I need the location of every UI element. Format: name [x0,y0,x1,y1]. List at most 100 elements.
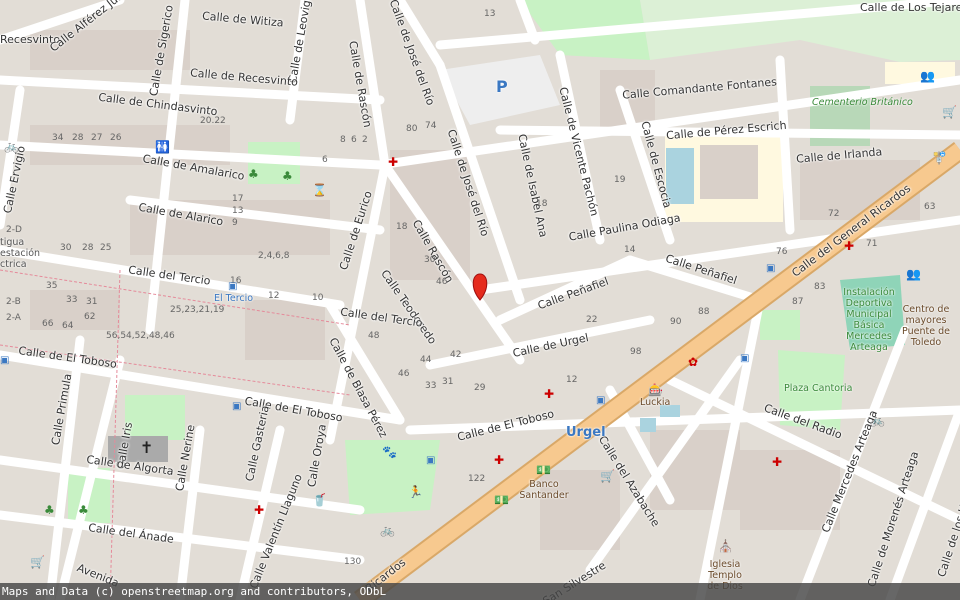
playground-icon[interactable]: ♣ [248,168,259,180]
map-attribution: Maps and Data (c) openstreetmap.org and … [0,583,960,600]
house-number: 10 [312,293,324,303]
dog-park-icon[interactable]: 🐾 [382,446,397,458]
bus-stop-icon[interactable]: ▣ [228,282,237,292]
playground-icon[interactable]: ♣ [44,504,55,516]
map-base [0,0,960,600]
house-number: 122 [468,474,486,484]
playground-icon[interactable]: 👥 [920,70,935,82]
house-number: 25 [100,243,112,253]
house-number: 35 [46,281,58,291]
house-number: 2-A [6,313,21,323]
bank-icon[interactable]: 💵 [536,464,551,476]
street-label: Calle de Los Tejares [860,1,960,14]
pharmacy-icon[interactable]: ✚ [844,240,854,252]
house-number: 74 [425,121,437,131]
house-number: 130 [344,557,362,567]
house-number: 33 [425,381,437,391]
house-number: 88 [698,307,710,317]
place-label-instalacion: Instalación Deportiva Municipal Básica M… [843,287,895,353]
parking-label[interactable]: P [496,77,508,96]
house-number: 2,4,6,8 [258,251,290,261]
house-number: 48 [368,331,380,341]
pharmacy-icon[interactable]: ✚ [772,456,782,468]
house-number: 31 [86,297,98,307]
house-number: 2-D [6,225,22,235]
toilets-icon[interactable]: 🚻 [155,141,170,153]
house-number: 46 [398,369,410,379]
bicycle-icon[interactable]: 🚲 [380,524,395,536]
hourglass-icon[interactable]: ⌛ [312,184,327,196]
house-number: 28 [82,243,94,253]
house-number: 6 [322,155,328,165]
community-centre-icon[interactable]: 👥 [906,268,921,280]
place-label-cementerio: Cementerio Británico [812,97,913,108]
house-number: 76 [776,247,788,257]
house-number: 8 [340,135,346,145]
dentist-icon[interactable]: ✿ [688,356,698,368]
house-number: 25,23,21,19 [170,305,225,315]
house-number: 26 [110,133,122,143]
house-number: 30 [424,255,436,265]
house-number: 30 [60,243,72,253]
poi-label-luckia: Luckia [640,397,671,408]
house-number: 12 [268,291,280,301]
pharmacy-icon[interactable]: ✚ [388,156,398,168]
house-number: 42 [450,350,462,360]
map-canvas[interactable]: Recesvinto Calle Alférez Juan Calle de W… [0,0,960,600]
house-number: 83 [814,282,826,292]
playground-icon[interactable]: ♣ [78,504,89,516]
bus-stop-icon[interactable]: ▣ [426,456,435,466]
playground-icon[interactable]: ♣ [282,170,293,182]
house-number: 28 [72,133,84,143]
house-number: 62 [84,312,96,322]
house-number: 63 [924,202,936,212]
bicycle-icon[interactable]: 🚲 [4,140,19,152]
bus-stop-icon[interactable]: ▣ [596,396,605,406]
house-number: 29 [474,383,486,393]
house-number: 98 [630,347,642,357]
house-number: 44 [420,355,432,365]
pharmacy-icon[interactable]: ✚ [544,388,554,400]
shop-icon[interactable]: 🛒 [600,470,615,482]
house-number: 33 [66,295,78,305]
poi-label-antigua-estacion: tigua estación ctrica [0,237,41,270]
house-number: 2-B [6,297,21,307]
house-number: 12 [566,375,578,385]
bus-stop-icon[interactable]: ▣ [766,264,775,274]
house-number: 19 [614,175,626,185]
bus-stop-icon[interactable]: ▣ [0,356,9,366]
house-number: 13 [484,9,496,19]
fitness-icon[interactable]: 🏃 [408,486,423,498]
house-number: 87 [792,297,804,307]
house-number: 14 [624,245,636,255]
station-label-el-tercio[interactable]: El Tercio [214,293,253,305]
house-number: 13 [232,206,244,216]
place-label-centro-mayores: Centro de mayores Puente de Toledo [902,304,950,348]
place-of-worship-icon[interactable]: ⛪ [718,540,733,552]
house-number: 56,54,52,48,46 [106,331,175,341]
house-number: 34 [52,133,64,143]
pharmacy-icon[interactable]: ✚ [254,504,264,516]
bus-stop-icon[interactable]: ▣ [232,402,241,412]
bicycle-icon[interactable]: 🚲 [870,414,885,426]
house-number: 72 [828,209,840,219]
station-label-urgel[interactable]: Urgel [566,425,606,441]
house-number: 64 [62,321,74,331]
house-number: 27 [91,133,103,143]
bus-stop-icon[interactable]: 🚏 [932,152,947,164]
house-number: 90 [670,317,682,327]
house-number: 80 [406,124,418,134]
house-number: 18 [396,222,408,232]
shop-icon[interactable]: 🛒 [30,556,45,568]
shop-icon[interactable]: 🛒 [942,106,957,118]
church-icon[interactable]: ✝ [140,440,153,456]
atm-icon[interactable]: 💵 [494,494,509,506]
house-number: 2 [362,135,368,145]
pharmacy-icon[interactable]: ✚ [494,454,504,466]
bus-stop-icon[interactable]: ▣ [740,354,749,364]
house-number: 20.22 [200,116,226,126]
house-number: 18 [536,199,548,209]
casino-icon[interactable]: 🎰 [648,384,663,396]
drink-icon[interactable]: 🥤 [312,494,327,506]
house-number: 22 [586,315,598,325]
